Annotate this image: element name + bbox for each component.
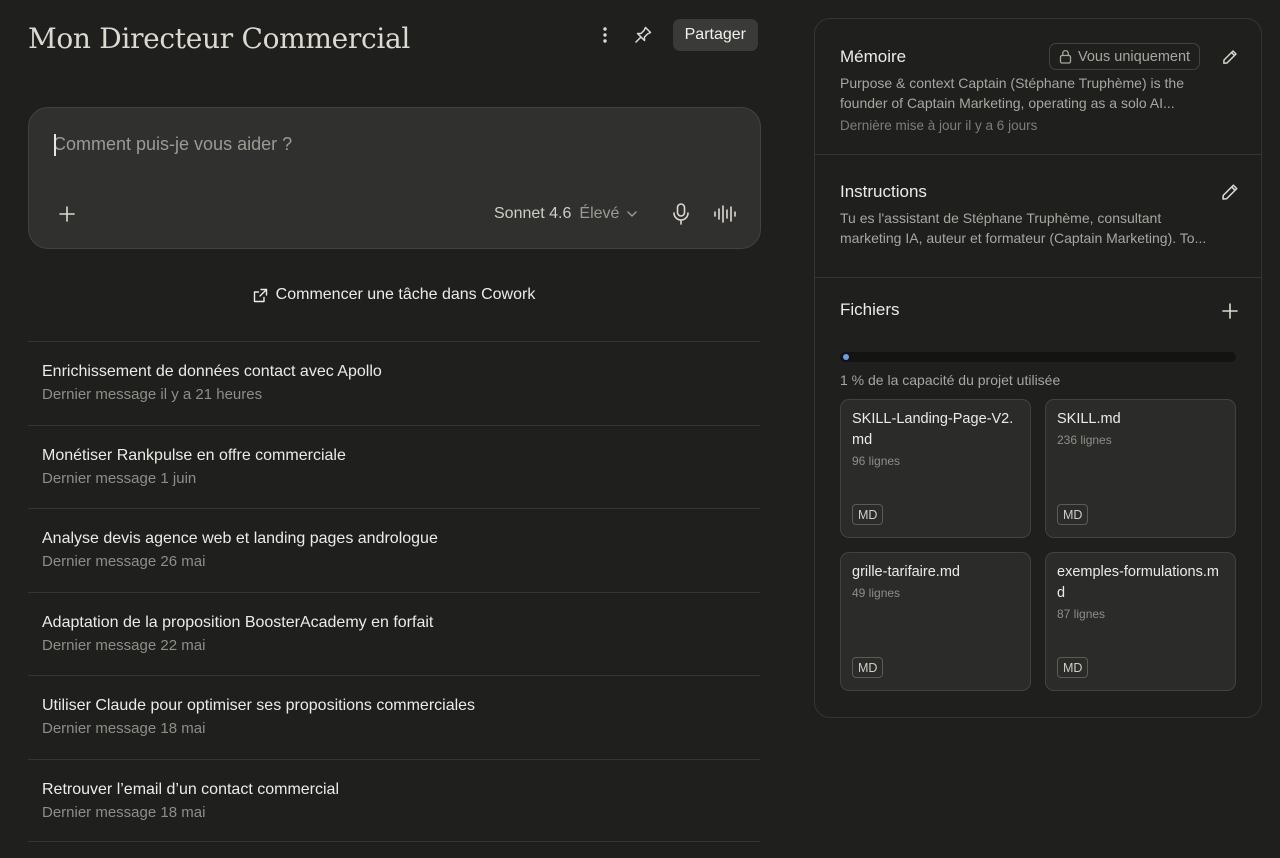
pencil-icon <box>1222 184 1238 200</box>
file-type-badge: MD <box>1057 504 1089 525</box>
plus-icon <box>59 206 75 222</box>
model-selector[interactable]: Sonnet 4.6 Élevé <box>494 202 638 226</box>
file-line-count: 96 lignes <box>852 454 901 468</box>
title-actions: Partager <box>591 19 758 51</box>
file-type-badge: MD <box>852 657 884 678</box>
file-card[interactable]: SKILL.md 236 lignes MD <box>1045 399 1236 538</box>
pencil-icon <box>1223 50 1237 64</box>
privacy-badge: Vous uniquement <box>1049 43 1201 70</box>
conversation-meta: Dernier message 26 mai <box>42 553 206 570</box>
share-button[interactable]: Partager <box>672 19 758 51</box>
conversation-title: Enrichissement de données contact avec A… <box>42 363 382 380</box>
conversation-item[interactable]: Retrouver l’email d’un contact commercia… <box>28 758 760 842</box>
microphone-icon <box>673 203 689 225</box>
add-attachment-button[interactable] <box>55 202 79 226</box>
model-effort: Élevé <box>579 205 620 222</box>
memory-section[interactable]: Mémoire Vous uniquement Purpose & contex… <box>815 19 1261 155</box>
instructions-text-line: marketing IA, auteur et formateur (Capta… <box>840 230 1207 246</box>
conversation-title: Adaptation de la proposition BoosterAcad… <box>42 613 434 631</box>
file-name: grille-tarifaire.md <box>852 564 960 580</box>
conversation-title: Utiliser Claude pour optimiser ses propo… <box>42 697 476 714</box>
file-card[interactable]: grille-tarifaire.md 49 lignes MD <box>840 552 1031 691</box>
files-title: Fichiers <box>840 300 900 319</box>
memory-title: Mémoire <box>840 47 907 66</box>
cowork-label: Commencer une tâche dans Cowork <box>275 286 536 303</box>
conversation-item[interactable]: Analyse devis agence web et landing page… <box>28 508 760 592</box>
cowork-task-link[interactable]: Commencer une tâche dans Cowork <box>28 286 760 304</box>
file-card[interactable]: exemples-formulations.md 87 lignes MD <box>1045 552 1236 691</box>
text-caret <box>54 134 56 156</box>
conversation-title: Monétiser Rankpulse en offre commerciale <box>42 446 346 464</box>
message-input[interactable] <box>53 134 673 155</box>
vertical-dots-icon <box>602 27 607 43</box>
composer: Sonnet 4.6 Élevé <box>28 107 761 249</box>
instructions-text: Tu es l'assistant de Stéphane Truphème, … <box>840 208 1235 248</box>
pin-icon <box>634 26 651 43</box>
files-grid: SKILL-Landing-Page-V2.md 96 lignes MD SK… <box>840 399 1237 691</box>
dictation-button[interactable] <box>669 201 693 227</box>
file-name: exemples-formulations.md <box>1057 564 1219 601</box>
conversation-meta: Dernier message 22 mai <box>42 636 206 654</box>
conversation-meta: Dernier message 18 mai <box>42 720 206 737</box>
sound-wave-icon <box>714 205 736 223</box>
pin-button[interactable] <box>629 20 657 50</box>
page-title: Mon Directeur Commercial <box>28 22 411 55</box>
conversation-item[interactable]: Adaptation de la proposition BoosterAcad… <box>28 591 760 676</box>
external-link-icon <box>253 288 267 302</box>
capacity-progress-fill <box>843 354 849 360</box>
conversation-meta: Dernier message 1 juin <box>42 469 197 487</box>
file-line-count: 87 lignes <box>1057 607 1106 621</box>
capacity-progress-bar <box>840 352 1236 362</box>
memory-text: Purpose & context Captain (Stéphane Trup… <box>840 73 1235 113</box>
plus-icon <box>1222 303 1238 319</box>
memory-updated: Dernière mise à jour il y a 6 jours <box>840 118 1038 133</box>
project-panel: Mémoire Vous uniquement Purpose & contex… <box>814 18 1262 718</box>
file-name: SKILL.md <box>1057 411 1121 427</box>
conversation-meta: Dernier message il y a 21 heures <box>42 386 263 403</box>
add-file-button[interactable] <box>1218 299 1242 323</box>
file-type-badge: MD <box>1057 657 1089 678</box>
conversation-meta: Dernier message 18 mai <box>42 803 206 821</box>
instructions-text-line: Tu es l'assistant de Stéphane Truphème, … <box>840 210 1162 226</box>
conversation-item[interactable]: Utiliser Claude pour optimiser ses propo… <box>28 675 760 759</box>
capacity-label: 1 % de la capacité du projet utilisée <box>840 372 1061 388</box>
privacy-label: Vous uniquement <box>1078 48 1191 65</box>
instructions-title: Instructions <box>840 182 927 201</box>
model-name: Sonnet 4.6 <box>494 205 572 222</box>
conversation-list: Enrichissement de données contact avec A… <box>28 341 760 842</box>
conversation-item[interactable]: Monétiser Rankpulse en offre commerciale… <box>28 424 760 509</box>
conversation-title: Retrouver l’email d’un contact commercia… <box>42 780 339 798</box>
file-line-count: 49 lignes <box>852 586 901 600</box>
file-name: SKILL-Landing-Page-V2.md <box>852 411 1014 448</box>
conversation-item[interactable]: Enrichissement de données contact avec A… <box>28 341 760 425</box>
file-line-count: 236 lignes <box>1057 433 1112 447</box>
file-type-badge: MD <box>852 504 884 525</box>
file-card[interactable]: SKILL-Landing-Page-V2.md 96 lignes MD <box>840 399 1031 538</box>
files-section: Fichiers 1 % de la capacité du projet ut… <box>815 278 1261 718</box>
edit-memory-button[interactable] <box>1218 45 1242 69</box>
voice-mode-button[interactable] <box>712 201 740 227</box>
conversation-title: Analyse devis agence web et landing page… <box>42 530 438 547</box>
instructions-section[interactable]: Instructions Tu es l'assistant de Stépha… <box>815 155 1261 278</box>
memory-text-line: founder of Captain Marketing, operating … <box>840 95 1175 111</box>
chevron-down-icon <box>627 211 638 217</box>
main-column: Mon Directeur Commercial Partager Sonnet… <box>28 0 761 858</box>
more-options-button[interactable] <box>591 20 619 50</box>
edit-instructions-button[interactable] <box>1218 180 1242 204</box>
memory-text-line: Purpose & context Captain (Stéphane Trup… <box>840 75 1184 91</box>
lock-icon <box>1059 50 1072 64</box>
